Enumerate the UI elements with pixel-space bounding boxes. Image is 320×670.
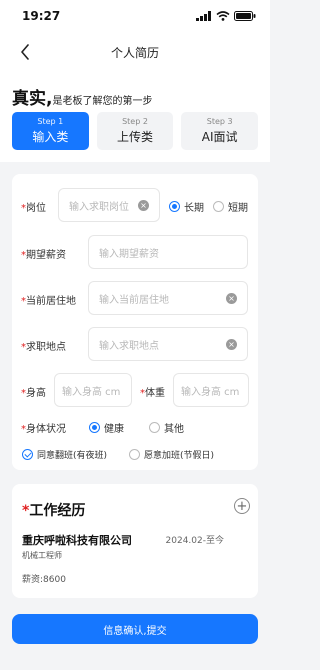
work-period: 2024.02-至今	[165, 536, 224, 546]
night-shift-checkbox[interactable]: 同意翻班(有夜班)	[22, 448, 107, 461]
clear-icon[interactable]: ×	[226, 339, 237, 350]
step-tabs: Step 1 输入类 Step 2 上传类 Step 3 AI面试	[0, 112, 270, 162]
row-residence: *当前居住地 输入当前居住地 ×	[12, 281, 258, 315]
radio-checked-icon	[89, 422, 100, 433]
position-placeholder: 输入求职岗位	[69, 201, 129, 213]
height-input[interactable]: 输入身高 cm	[54, 373, 132, 407]
salary-input[interactable]: 输入期望薪资	[88, 235, 248, 269]
step-label: 输入类	[32, 130, 69, 144]
step-label: 上传类	[117, 130, 154, 144]
step-tab-ai-interview[interactable]: Step 3 AI面试	[181, 112, 259, 150]
health-label: *身体状况	[21, 424, 66, 435]
add-circle-icon[interactable]: +	[234, 498, 250, 514]
option-short-term[interactable]: 短期	[213, 199, 248, 214]
radio-unchecked-icon	[149, 422, 160, 433]
location-input[interactable]: 输入求职地点 ×	[88, 327, 248, 361]
slogan-strong: 真实,	[12, 89, 53, 109]
step-number: Step 1	[37, 117, 64, 126]
status-bar: 19:27	[0, 0, 270, 32]
row-location: *求职地点 输入求职地点 ×	[12, 327, 258, 361]
company-name: 重庆呼啦科技有限公司	[22, 534, 132, 547]
row-position: *岗位 输入求职岗位 × 长期 短期	[12, 188, 258, 222]
weight-label: *体重	[140, 388, 165, 399]
back-button[interactable]	[14, 40, 36, 64]
option-healthy[interactable]: 健康	[89, 420, 124, 435]
checkbox-checked-icon	[22, 449, 33, 460]
residence-label: *当前居住地	[21, 296, 76, 307]
wifi-icon	[216, 11, 230, 21]
work-experience-title: *工作经历	[22, 503, 86, 519]
position-label: *岗位	[21, 203, 46, 214]
option-other[interactable]: 其他	[149, 420, 184, 435]
slogan-text: 是老板了解您的第一步	[52, 96, 153, 107]
work-experience-card: *工作经历 + 重庆呼啦科技有限公司 2024.02-至今 机械工程师 薪资:8…	[12, 484, 258, 598]
submit-button[interactable]: 信息确认,提交	[12, 614, 258, 644]
height-placeholder: 输入身高 cm	[62, 386, 121, 398]
step-label: AI面试	[201, 130, 238, 144]
signal-icon	[196, 11, 211, 21]
weight-input[interactable]: 输入身高 cm	[173, 373, 249, 407]
residence-input[interactable]: 输入当前居住地 ×	[88, 281, 248, 315]
job-title: 机械工程师	[22, 551, 62, 560]
position-input[interactable]: 输入求职岗位 ×	[58, 188, 160, 222]
step-tab-upload[interactable]: Step 2 上传类	[96, 112, 174, 150]
overtime-checkbox[interactable]: 愿意加班(节假日)	[129, 448, 214, 461]
weight-placeholder: 输入身高 cm	[181, 386, 240, 398]
clear-icon[interactable]: ×	[226, 293, 237, 304]
option-long-term[interactable]: 长期	[169, 199, 204, 214]
top-section: 19:27 个人简历 真实,是老板了解您的第一步 Step 1 输入类 Step…	[0, 0, 270, 162]
battery-icon	[234, 11, 256, 21]
resume-form-card: *岗位 输入求职岗位 × 长期 短期 *期望薪资 输入期望薪资 *当前居住地 输…	[12, 174, 258, 470]
step-number: Step 2	[122, 117, 148, 126]
checkbox-unchecked-icon	[129, 449, 140, 460]
nav-bar: 个人简历	[0, 32, 270, 72]
residence-placeholder: 输入当前居住地	[99, 294, 169, 306]
job-salary: 薪资:8600	[22, 575, 66, 585]
status-time: 19:27	[22, 9, 61, 23]
page-title: 个人简历	[110, 45, 159, 60]
height-label: *身高	[21, 388, 46, 399]
radio-unchecked-icon	[213, 201, 224, 212]
step-number: Step 3	[206, 117, 233, 126]
row-health: *身体状况 健康 其他	[12, 418, 258, 435]
salary-placeholder: 输入期望薪资	[99, 248, 159, 260]
slogan: 真实,是老板了解您的第一步	[0, 72, 270, 112]
row-shift-agreement: 同意翻班(有夜班) 愿意加班(节假日)	[12, 446, 258, 462]
step-tab-input[interactable]: Step 1 输入类	[12, 112, 89, 150]
status-icons	[196, 11, 256, 21]
location-placeholder: 输入求职地点	[99, 340, 159, 352]
row-salary: *期望薪资 输入期望薪资	[12, 235, 258, 269]
location-label: *求职地点	[21, 342, 66, 353]
row-body-size: *身高 输入身高 cm *体重 输入身高 cm	[12, 373, 258, 407]
clear-icon[interactable]: ×	[138, 200, 149, 211]
radio-checked-icon	[169, 201, 180, 212]
back-arrow-icon	[21, 44, 29, 60]
salary-label: *期望薪资	[21, 250, 66, 261]
